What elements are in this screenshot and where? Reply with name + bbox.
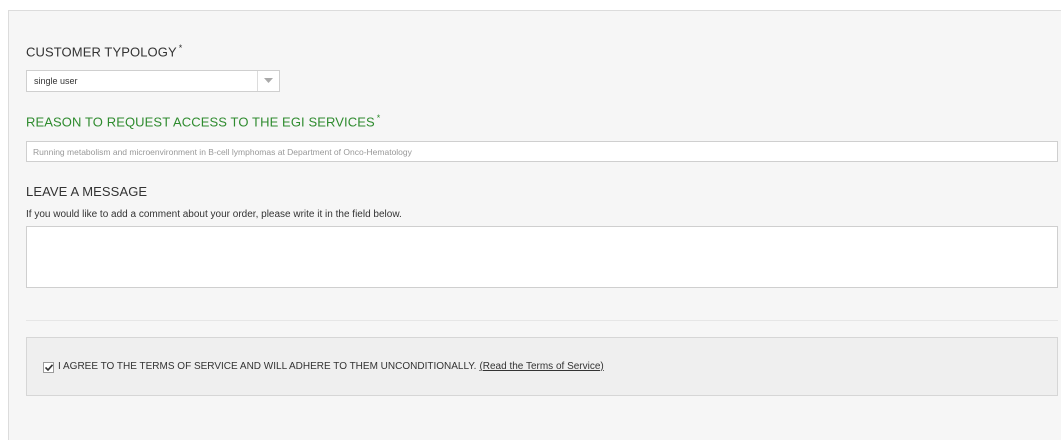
terms-text-wrapper: I AGREE TO THE TERMS OF SERVICE AND WILL…: [58, 361, 604, 372]
customer-typology-select[interactable]: single user: [26, 70, 280, 92]
reason-input[interactable]: [26, 141, 1058, 162]
terms-text: I AGREE TO THE TERMS OF SERVICE AND WILL…: [58, 361, 477, 372]
message-help-text: If you would like to add a comment about…: [26, 209, 402, 220]
order-form-panel: CUSTOMER TYPOLOGY * single user REASON TO…: [8, 10, 1061, 440]
terms-checkbox[interactable]: [43, 362, 54, 373]
checkmark-icon: [44, 364, 53, 371]
section-divider: [26, 320, 1058, 321]
chevron-down-icon[interactable]: [257, 71, 279, 91]
leave-message-label: LEAVE A MESSAGE: [26, 184, 148, 199]
terms-box: I AGREE TO THE TERMS OF SERVICE AND WILL…: [26, 337, 1058, 396]
customer-typology-selected-value: single user: [34, 76, 78, 86]
required-mark: *: [376, 113, 381, 123]
customer-typology-label-text: CUSTOMER TYPOLOGY: [26, 44, 177, 60]
terms-of-service-link[interactable]: (Read the Terms of Service): [479, 361, 603, 372]
message-textarea[interactable]: [26, 226, 1058, 288]
reason-label: REASON TO REQUEST ACCESS TO THE EGI SERV…: [26, 113, 380, 129]
required-mark: *: [178, 43, 183, 53]
customer-typology-label: CUSTOMER TYPOLOGY *: [26, 43, 182, 59]
reason-label-text: REASON TO REQUEST ACCESS TO THE EGI SERV…: [26, 114, 375, 130]
